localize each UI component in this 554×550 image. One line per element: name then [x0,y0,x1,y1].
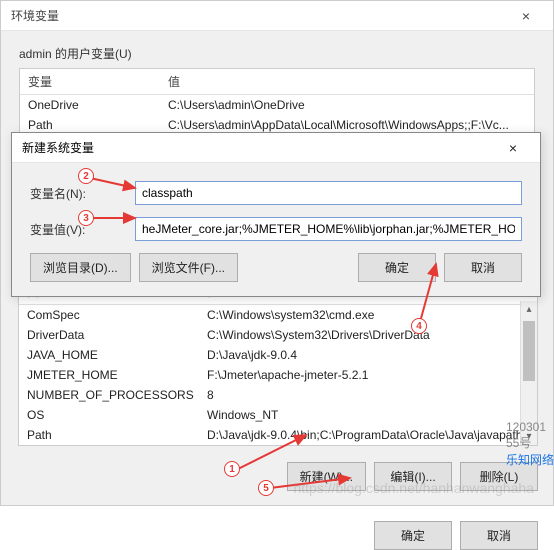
dialog-titlebar: 新建系统变量 × [12,133,540,163]
dialog-close-icon[interactable]: × [496,140,530,156]
var-value: D:\Java\jdk-9.0.4 [199,345,537,365]
system-vars-table[interactable]: 变量 值 ComSpecC:\Windows\system32\cmd.exeD… [18,278,538,446]
table-row[interactable]: JAVA_HOMED:\Java\jdk-9.0.4 [19,345,537,365]
col-variable: 变量 [20,69,160,94]
var-name: JMETER_HOME [19,365,199,385]
var-value: C:\Windows\System32\Drivers\DriverData [199,325,537,345]
dialog-title: 新建系统变量 [22,139,94,156]
var-name: Path [19,425,199,445]
var-name: JAVA_HOME [19,345,199,365]
env-ok-button[interactable]: 确定 [374,521,452,550]
partial-sidebar: 120301 55号 乐知网络 [506,420,554,468]
table-row[interactable]: JMETER_HOMEF:\Jmeter\apache-jmeter-5.2.1 [19,365,537,385]
col-value: 值 [160,69,534,94]
env-var-title: 环境变量 [11,7,59,24]
var-name-label: 变量名(N): [30,185,135,202]
var-value: Windows_NT [199,405,537,425]
dialog-cancel-button[interactable]: 取消 [444,253,522,282]
table-row[interactable]: DriverDataC:\Windows\System32\Drivers\Dr… [19,325,537,345]
browse-dir-button[interactable]: 浏览目录(D)... [30,253,131,282]
var-name: ComSpec [19,305,199,325]
scroll-thumb[interactable] [523,321,535,381]
table-row[interactable]: OSWindows_NT [19,405,537,425]
var-name-input[interactable] [135,181,522,205]
var-name: DriverData [19,325,199,345]
table-row[interactable]: ComSpecC:\Windows\system32\cmd.exe [19,305,537,325]
var-value: F:\Jmeter\apache-jmeter-5.2.1 [199,365,537,385]
table-row[interactable]: PathD:\Java\jdk-9.0.4\bin;C:\ProgramData… [19,425,537,445]
var-value-input[interactable] [135,217,522,241]
var-value: C:\Windows\system32\cmd.exe [199,305,537,325]
var-name: NUMBER_OF_PROCESSORS [19,385,199,405]
var-name: OS [19,405,199,425]
new-sys-var-button[interactable]: 新建(W)... [287,462,366,491]
table-row[interactable]: OneDriveC:\Users\admin\OneDrive [20,95,534,115]
var-value: 8 [199,385,537,405]
browse-file-button[interactable]: 浏览文件(F)... [139,253,238,282]
var-value-row: 变量值(V): [30,217,522,241]
env-var-titlebar: 环境变量 × [1,1,553,31]
system-vars-area: 变量 值 ComSpecC:\Windows\system32\cmd.exeD… [18,278,538,550]
user-vars-label: admin 的用户变量(U) [19,45,535,62]
env-close-icon[interactable]: × [509,8,543,24]
env-cancel-button[interactable]: 取消 [460,521,538,550]
var-value: D:\Java\jdk-9.0.4\bin;C:\ProgramData\Ora… [199,425,537,445]
dialog-buttons: 浏览目录(D)... 浏览文件(F)... 确定 取消 [30,253,522,282]
edit-sys-var-button[interactable]: 编辑(I)... [374,462,452,491]
var-name: OneDrive [20,95,160,115]
var-value: C:\Users\admin\OneDrive [160,95,534,115]
user-vars-header: 变量 值 [20,69,534,95]
scroll-up-icon[interactable]: ▴ [521,301,537,318]
env-okcancel-row: 确定 取消 [18,521,538,550]
sys-buttons-row: 新建(W)... 编辑(I)... 删除(L) [18,462,538,491]
table-row[interactable]: NUMBER_OF_PROCESSORS8 [19,385,537,405]
dialog-body: 变量名(N): 变量值(V): 浏览目录(D)... 浏览文件(F)... 确定… [12,163,540,296]
var-value-label: 变量值(V): [30,221,135,238]
var-name-row: 变量名(N): [30,181,522,205]
new-sys-var-dialog: 新建系统变量 × 变量名(N): 变量值(V): 浏览目录(D)... 浏览文件… [11,132,541,297]
dialog-ok-button[interactable]: 确定 [358,253,436,282]
